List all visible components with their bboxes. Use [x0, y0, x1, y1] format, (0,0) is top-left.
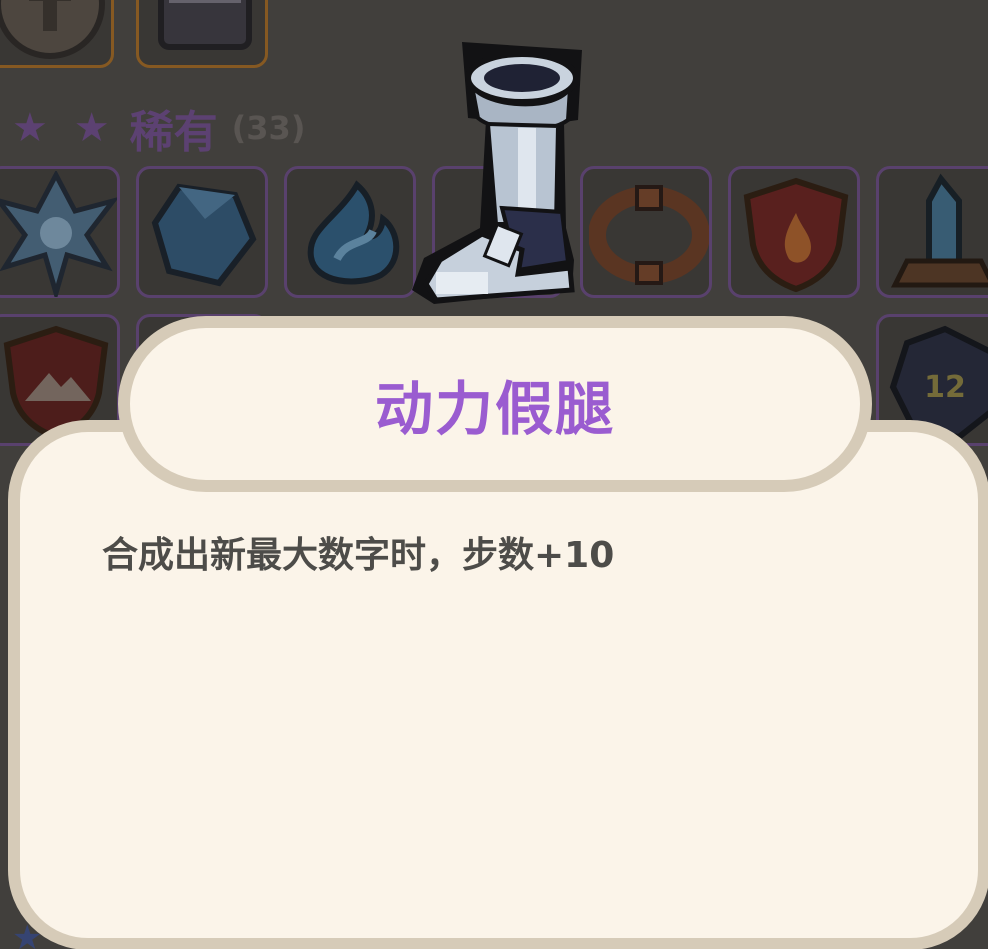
book-icon — [158, 0, 252, 50]
rarity-stars: ★ ★ — [12, 105, 116, 151]
item-slot-crystal-pillar[interactable] — [876, 166, 988, 298]
item-title: 动力假腿 — [374, 375, 615, 443]
item-slot-cross-coin[interactable] — [0, 0, 114, 68]
fire-shield-icon — [743, 177, 849, 293]
item-detail-card — [8, 420, 988, 949]
crystal-pillar-icon — [890, 173, 988, 288]
svg-text:12: 12 — [924, 370, 966, 405]
item-slot-book[interactable] — [136, 0, 268, 68]
item-slot-ring[interactable] — [580, 166, 712, 298]
item-description: 合成出新最大数字时，步数+10 — [102, 535, 615, 576]
rarity-name: 稀有 — [129, 107, 218, 158]
mechanical-leg-icon — [412, 42, 582, 304]
snowflake-icon — [0, 171, 117, 297]
item-slot-blue-flame[interactable] — [284, 166, 416, 298]
rarity-count: (33) — [231, 109, 306, 147]
item-slot-blue-gem[interactable] — [136, 166, 268, 298]
blue-gem-icon — [151, 183, 257, 287]
ring-icon — [589, 185, 709, 285]
blue-flame-icon — [307, 180, 400, 285]
item-slot-fire-shield[interactable] — [728, 166, 860, 298]
cross-coin-icon — [0, 0, 105, 59]
item-title-tab: 动力假腿 — [118, 316, 872, 492]
item-slot-ice-crystal[interactable] — [0, 166, 120, 298]
rarity-header-rare: ★ ★ 稀有 (33) — [12, 100, 306, 158]
